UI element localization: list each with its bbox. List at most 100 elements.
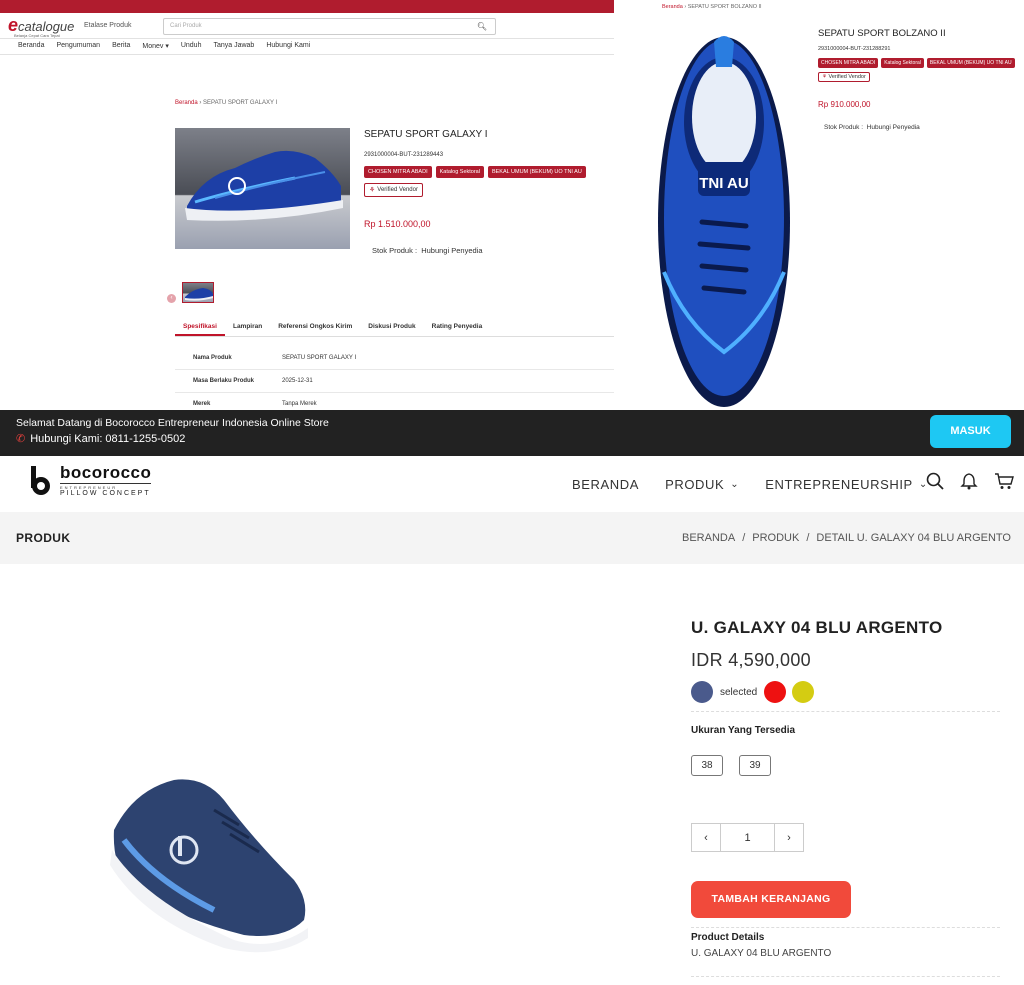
shoe-print-text: TNI AU [699,175,748,192]
search-icon[interactable]: 🔍︎ [477,22,487,31]
stock-info: Stok Produk : Hubungi Penyedia [372,246,483,255]
color-swatch-blue[interactable] [691,681,713,703]
badge-katalog: Katalog Sektoral [881,58,924,68]
tab-spesifikasi[interactable]: Spesifikasi [175,320,225,336]
search-icon[interactable] [926,472,944,495]
welcome-text: Selamat Datang di Bocorocco Entrepreneur… [16,417,329,429]
table-row: Merek Tanpa Merek [175,393,614,410]
header-icons [926,472,1014,495]
shield-icon: ⚘ [822,74,827,80]
breadcrumb-current: SEPATU SPORT GALAXY I [203,100,278,106]
chevron-left-icon[interactable]: ‹ [167,294,176,303]
bolzano-panel: Beranda › SEPATU SPORT BOLZANO II TNI AU… [614,0,1024,410]
table-row: Masa Berlaku Produk 2025-12-31 [175,370,614,393]
badge-list: CHOSEN MITRA ABADI Katalog Sektoral BEKA… [818,58,1015,68]
breadcrumb-beranda[interactable]: BERANDA [682,532,735,544]
tab-referensi-ongkos-kirim[interactable]: Referensi Ongkos Kirim [270,320,360,336]
divider [691,976,1000,977]
tab-diskusi-produk[interactable]: Diskusi Produk [360,320,423,336]
product-title: U. GALAXY 04 BLU ARGENTO [691,618,943,637]
decrement-button[interactable]: ‹ [692,824,720,851]
color-options: selected [691,681,815,703]
nav-item-tanya-jawab[interactable]: Tanya Jawab [213,42,254,51]
product-title: SEPATU SPORT GALAXY I [364,129,488,140]
badge-bekum: BEKAL UMUM (BEKUM) UO TNI AU [487,166,586,178]
badge-mitra: CHOSEN MITRA ABADI [364,166,432,178]
breadcrumb: Beranda › SEPATU SPORT GALAXY I [175,100,278,106]
verified-vendor-badge: ⚘ Verified Vendor [818,72,870,82]
search-input[interactable]: Cari Produk 🔍︎ [163,18,496,35]
ecatalogue-logo[interactable]: ecatalogue Belanja Cepat Cara Tepat [8,15,74,38]
nav-item-beranda[interactable]: BERANDA [572,477,639,492]
product-price: Rp 1.510.000,00 [364,219,431,229]
spec-table: Nama Produk SEPATU SPORT GALAXY I Masa Be… [175,347,614,410]
color-swatch-red[interactable] [764,681,787,703]
size-options: 38 39 [691,755,771,776]
size-option-38[interactable]: 38 [691,755,723,776]
badge-list: CHOSEN MITRA ABADI Katalog Sektoral BEKA… [364,166,586,178]
product-thumbnail[interactable] [182,282,214,303]
cart-icon[interactable] [994,472,1014,495]
page-title: PRODUK [16,531,71,545]
breadcrumb-home[interactable]: Beranda [662,4,683,10]
main-nav: BERANDA PRODUK ⌄ ENTREPRENEURSHIP ⌄ [572,477,954,492]
badge-bekum: BEKAL UMUM (BEKUM) UO TNI AU [926,58,1015,68]
size-option-39[interactable]: 39 [739,755,771,776]
nav-item-pengumuman[interactable]: Pengumuman [56,42,100,51]
product-image[interactable] [175,128,350,249]
nav-item-entrepreneurship[interactable]: ENTREPRENEURSHIP ⌄ [765,477,928,492]
product-tabs: Spesifikasi Lampiran Referensi Ongkos Ki… [175,320,614,337]
top-info-bar: Selamat Datang di Bocorocco Entrepreneur… [0,410,1024,456]
main-nav: Beranda Pengumuman Berita Monev ▾ Unduh … [0,38,614,55]
nav-item-produk[interactable]: PRODUK ⌄ [665,477,739,492]
sizes-label: Ukuran Yang Tersedia [691,725,796,736]
product-sku: 2931000004-BUT-231289443 [364,152,444,158]
divider [691,927,1000,928]
product-image[interactable] [104,770,314,955]
breadcrumb-home[interactable]: Beranda [175,100,198,106]
quantity-input[interactable]: 1 [720,824,775,851]
product-sku: 2931000004-BUT-231288291 [818,46,891,52]
tab-lampiran[interactable]: Lampiran [225,320,270,336]
product-details-label: Product Details [691,932,765,943]
badge-mitra: CHOSEN MITRA ABADI [818,58,879,68]
product-price: IDR 4,590,000 [691,650,811,670]
product-image[interactable]: TNI AU [654,22,794,407]
color-swatch-yellow[interactable] [792,681,815,703]
nav-item-hubungi-kami[interactable]: Hubungi Kami [266,42,310,51]
bocorocco-store: Selamat Datang di Bocorocco Entrepreneur… [0,410,1024,985]
bell-icon[interactable] [960,472,978,495]
product-details-value: U. GALAXY 04 BLU ARGENTO [691,948,832,959]
selected-label: selected [720,686,758,698]
quantity-stepper: ‹ 1 › [691,823,804,852]
breadcrumb: Beranda › SEPATU SPORT BOLZANO II [662,4,762,10]
add-to-cart-button[interactable]: TAMBAH KERANJANG [691,881,851,918]
etalase-link[interactable]: Etalase Produk [84,22,131,29]
product-title: SEPATU SPORT BOLZANO II [818,28,946,39]
ecatalogue-panel: ecatalogue Belanja Cepat Cara Tepat Etal… [0,0,614,410]
tab-rating-penyedia[interactable]: Rating Penyedia [424,320,491,336]
table-row: Nama Produk SEPATU SPORT GALAXY I [175,347,614,370]
phone-icon: ✆ [16,433,26,445]
product-price: Rp 910.000,00 [818,100,871,109]
chevron-left-icon: ‹ [704,831,708,844]
breadcrumb-produk[interactable]: PRODUK [752,532,799,544]
site-header: bocorocco ENTREPRENEUR PILLOW CONCEPT BE… [0,456,1024,512]
breadcrumb-current: SEPATU SPORT BOLZANO II [687,4,762,10]
top-red-bar [0,0,614,13]
stock-info: Stok Produk : Hubungi Penyedia [824,124,920,131]
chevron-down-icon: ⌄ [730,479,740,490]
contact-phone: ✆ Hubungi Kami: 0811-1255-0502 [16,432,186,446]
nav-item-monev[interactable]: Monev ▾ [142,42,168,51]
verified-vendor-badge: ⚘ Verified Vendor [364,183,423,197]
nav-item-berita[interactable]: Berita [112,42,130,51]
breadcrumb: BERANDA / PRODUK / DETAIL U. GALAXY 04 B… [682,532,1011,544]
bocorocco-logo[interactable]: bocorocco ENTREPRENEUR PILLOW CONCEPT [30,464,152,497]
login-button[interactable]: MASUK [930,415,1011,448]
nav-item-beranda[interactable]: Beranda [18,42,44,51]
shield-icon: ⚘ [369,187,376,194]
divider [691,711,1000,712]
chevron-right-icon: › [787,831,791,844]
nav-item-unduh[interactable]: Unduh [181,42,202,51]
increment-button[interactable]: › [775,824,803,851]
